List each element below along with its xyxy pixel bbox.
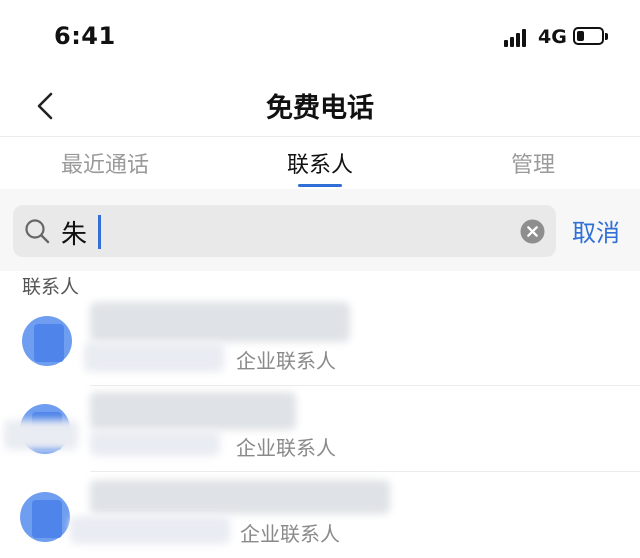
list-item[interactable]: 企业联系人 xyxy=(0,300,640,386)
text-caret xyxy=(98,215,101,249)
contact-type-label: 企业联系人 xyxy=(240,522,340,546)
tab-contacts[interactable]: 联系人 xyxy=(255,137,385,189)
battery-level xyxy=(577,31,584,41)
clear-icon[interactable] xyxy=(520,219,545,244)
search-input[interactable]: 朱 xyxy=(13,205,556,257)
redacted-detail xyxy=(84,342,224,372)
network-type: 4G xyxy=(538,26,567,48)
search-area: 朱 取消 xyxy=(0,189,640,271)
redacted-detail xyxy=(70,516,230,544)
redacted-name xyxy=(90,392,296,430)
list-item[interactable]: 企业联系人 xyxy=(0,386,640,472)
signal-icon xyxy=(504,29,530,47)
search-icon xyxy=(25,219,50,244)
contact-type-label: 企业联系人 xyxy=(236,436,336,460)
contact-type-label: 企业联系人 xyxy=(236,349,336,373)
battery-icon xyxy=(573,27,609,47)
section-label: 联系人 xyxy=(22,276,80,298)
nav-bar: 免费电话 xyxy=(0,76,640,137)
redacted-name xyxy=(90,302,350,342)
redacted-detail xyxy=(4,420,78,450)
status-time: 6:41 xyxy=(54,22,116,50)
search-value: 朱 xyxy=(61,220,88,250)
avatar xyxy=(22,316,72,366)
cancel-button[interactable]: 取消 xyxy=(572,213,620,248)
avatar xyxy=(20,492,70,542)
redacted-name xyxy=(90,480,390,514)
tab-bar: 最近通话 联系人 管理 xyxy=(0,137,640,189)
tab-recent-calls[interactable]: 最近通话 xyxy=(40,137,170,189)
tab-manage[interactable]: 管理 xyxy=(468,137,598,189)
page-title: 免费电话 xyxy=(266,93,374,124)
list-item[interactable]: 企业联系人 xyxy=(0,472,640,558)
redacted-detail xyxy=(90,430,220,456)
status-bar: 6:41 4G xyxy=(0,0,640,76)
active-tab-indicator xyxy=(298,184,342,187)
